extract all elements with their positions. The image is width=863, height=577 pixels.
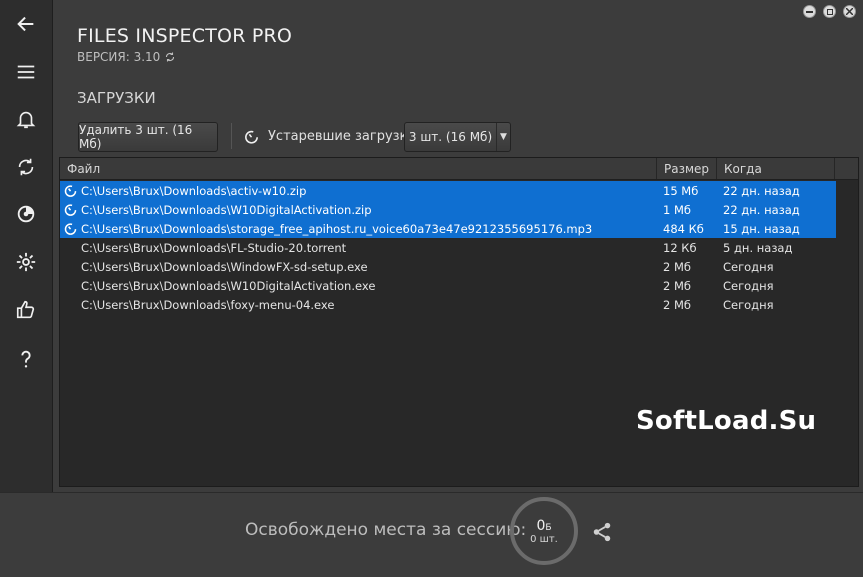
cell-path: C:\Users\Brux\Downloads\activ-w10.zip xyxy=(81,183,307,198)
cell-when: Сегодня xyxy=(723,278,774,293)
share-icon[interactable] xyxy=(591,521,613,543)
cell-path: C:\Users\Brux\Downloads\W10DigitalActiva… xyxy=(81,202,372,217)
back-arrow-icon xyxy=(17,16,34,32)
help-icon xyxy=(21,350,31,368)
settings-button[interactable] xyxy=(0,242,52,282)
maximize-button[interactable] xyxy=(823,5,836,18)
cell-when: 5 дн. назад xyxy=(723,240,793,255)
help-button[interactable] xyxy=(0,339,52,379)
delete-button[interactable]: Удалить 3 шт. (16 Мб) xyxy=(78,122,218,152)
cell-path: C:\Users\Brux\Downloads\foxy-menu-04.exe xyxy=(81,297,335,312)
timer-icon xyxy=(245,130,258,144)
table-row[interactable]: C:\Users\Brux\Downloads\W10DigitalActiva… xyxy=(60,276,836,295)
refresh-icon xyxy=(18,158,34,176)
menu-button[interactable] xyxy=(0,52,52,92)
stale-timer-icon xyxy=(60,181,81,200)
cell-size: 484 Кб xyxy=(663,221,704,236)
cell-when: 22 дн. назад xyxy=(723,183,800,198)
toolbar-divider xyxy=(231,123,232,149)
version-text: ВЕРСИЯ: 3.10 xyxy=(77,50,161,64)
freed-space-value: 0Б xyxy=(536,518,551,534)
sidebar xyxy=(0,0,53,492)
cell-size: 2 Мб xyxy=(663,259,691,274)
close-button[interactable] xyxy=(843,5,856,18)
stale-timer-icon xyxy=(60,219,81,238)
cell-size: 15 Мб xyxy=(663,183,699,198)
table-row[interactable]: C:\Users\Brux\Downloads\FL-Studio-20.tor… xyxy=(60,238,836,257)
table-row[interactable]: C:\Users\Brux\Downloads\foxy-menu-04.exe… xyxy=(60,295,836,314)
app-title: FILES INSPECTOR PRO xyxy=(77,25,293,47)
version-label: ВЕРСИЯ: 3.10 xyxy=(77,50,176,64)
freed-count: 0 шт. xyxy=(530,533,558,545)
minimize-button[interactable] xyxy=(803,5,816,18)
row-icon-placeholder xyxy=(60,238,81,257)
table-row[interactable]: C:\Users\Brux\Downloads\W10DigitalActiva… xyxy=(60,200,836,219)
table-header: Файл Размер Когда xyxy=(60,158,858,180)
notifications-button[interactable] xyxy=(0,99,52,139)
cell-size: 2 Мб xyxy=(663,278,691,293)
table-row[interactable]: C:\Users\Brux\Downloads\storage_free_api… xyxy=(60,219,836,238)
update-check-icon[interactable] xyxy=(164,51,176,63)
cell-size: 2 Мб xyxy=(663,297,691,312)
column-when[interactable]: Когда xyxy=(717,158,835,179)
freed-value-unit: Б xyxy=(545,522,552,533)
cell-path: C:\Users\Brux\Downloads\storage_free_api… xyxy=(81,221,593,236)
column-size[interactable]: Размер xyxy=(657,158,717,179)
rate-button[interactable] xyxy=(0,290,52,330)
disk-cleanup-icon xyxy=(17,205,35,223)
cell-size: 1 Мб xyxy=(663,202,691,217)
cell-when: 22 дн. назад xyxy=(723,202,800,217)
cell-when: Сегодня xyxy=(723,297,774,312)
close-icon xyxy=(846,8,853,15)
cell-path: C:\Users\Brux\Downloads\FL-Studio-20.tor… xyxy=(81,240,347,255)
column-file[interactable]: Файл xyxy=(60,158,657,179)
freed-space-label: Освобождено места за сессию: xyxy=(245,520,527,540)
freed-space-ring: 0Б 0 шт. xyxy=(510,497,578,565)
table-row[interactable]: C:\Users\Brux\Downloads\activ-w10.zip 15 … xyxy=(60,181,836,200)
cell-path: C:\Users\Brux\Downloads\WindowFX-sd-setu… xyxy=(81,259,368,274)
cell-path: C:\Users\Brux\Downloads\W10DigitalActiva… xyxy=(81,278,376,293)
stale-downloads-select[interactable]: 3 шт. (16 Мб) ▼ xyxy=(404,122,511,152)
stale-select-value: 3 шт. (16 Мб) xyxy=(408,130,493,144)
back-button[interactable] xyxy=(0,4,52,44)
cell-when: Сегодня xyxy=(723,259,774,274)
thumbs-up-icon xyxy=(16,300,35,319)
cell-when: 15 дн. назад xyxy=(723,221,800,236)
stale-timer-icon xyxy=(60,200,81,219)
refresh-button[interactable] xyxy=(0,147,52,187)
row-icon-placeholder xyxy=(60,295,81,314)
menu-icon xyxy=(17,65,35,79)
gear-icon xyxy=(16,252,36,272)
footer-divider xyxy=(0,492,863,493)
bell-icon xyxy=(16,111,36,129)
table-row[interactable]: C:\Users\Brux\Downloads\WindowFX-sd-setu… xyxy=(60,257,836,276)
row-icon-placeholder xyxy=(60,276,81,295)
section-title: ЗАГРУЗКИ xyxy=(77,89,156,107)
stale-downloads-text: Устаревшие загрузки: xyxy=(268,129,421,144)
row-icon-placeholder xyxy=(60,257,81,276)
cell-size: 12 Кб xyxy=(663,240,697,255)
disk-cleanup-button[interactable] xyxy=(0,194,52,234)
chevron-down-icon[interactable]: ▼ xyxy=(496,123,510,151)
downloads-table: Файл Размер Когда C:\Users\Brux\Download… xyxy=(59,157,859,487)
watermark-text: SoftLoad.Su xyxy=(636,406,817,436)
stale-downloads-label: Устаревшие загрузки: xyxy=(243,128,420,145)
